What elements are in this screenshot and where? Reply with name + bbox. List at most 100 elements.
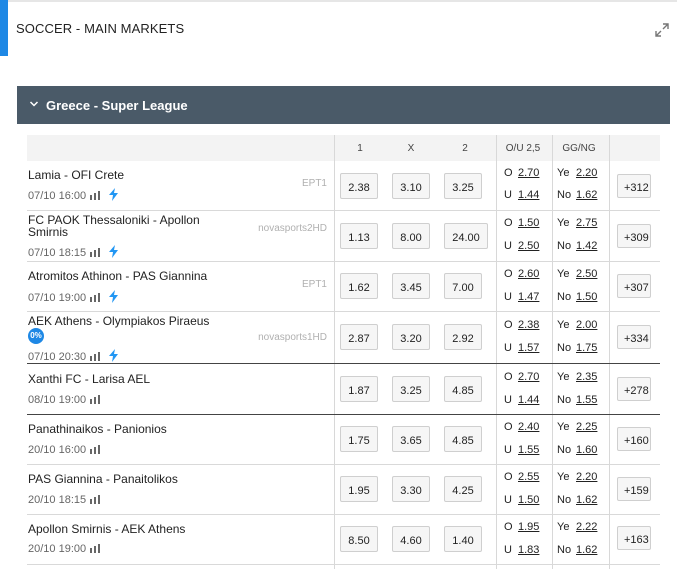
live-bolt-icon bbox=[109, 188, 119, 204]
stats-icon[interactable] bbox=[90, 191, 101, 203]
match-teams-link[interactable]: Panathinaikos - Panionios bbox=[28, 423, 228, 435]
over-odd[interactable]: O 2.38 bbox=[504, 319, 539, 331]
row-divider bbox=[27, 564, 660, 565]
no-goal-odd[interactable]: No 1.62 bbox=[557, 544, 597, 556]
no-goal-odd[interactable]: No 1.55 bbox=[557, 394, 597, 406]
league-header[interactable]: Greece - Super League bbox=[17, 86, 670, 124]
over-odd[interactable]: O 2.70 bbox=[504, 167, 539, 179]
goal-goal-odd[interactable]: Ye 2.22 bbox=[557, 521, 597, 533]
odd-button-draw[interactable]: 3.25 bbox=[392, 376, 430, 402]
match-teams-link[interactable]: FC PAOK Thessaloniki - Apollon Smirnis bbox=[28, 214, 228, 238]
expand-icon[interactable] bbox=[654, 22, 670, 38]
odd-button-draw[interactable]: 3.20 bbox=[392, 324, 430, 350]
match-datetime: 07/10 18:15 bbox=[28, 247, 87, 259]
match-meta: 20/10 16:00 bbox=[28, 444, 101, 457]
more-markets-button[interactable]: +159 bbox=[617, 477, 651, 501]
match-teams-link[interactable]: Apollon Smirnis - AEK Athens bbox=[28, 523, 228, 535]
odd-button-home[interactable]: 8.50 bbox=[340, 526, 378, 552]
tv-channel: novasports1HD bbox=[258, 332, 327, 343]
match-meta: 08/10 19:00 bbox=[28, 394, 101, 407]
over-odd[interactable]: O 1.95 bbox=[504, 521, 539, 533]
more-markets-button[interactable]: +163 bbox=[617, 526, 651, 550]
odd-button-away[interactable]: 7.00 bbox=[444, 273, 482, 299]
stats-icon[interactable] bbox=[90, 293, 101, 305]
goal-goal-odd[interactable]: Ye 2.25 bbox=[557, 421, 597, 433]
match-row: Atromitos Athinon - PAS Giannina 07/10 19… bbox=[27, 262, 660, 312]
goal-goal-odd[interactable]: Ye 2.50 bbox=[557, 268, 597, 280]
section-title: SOCCER - MAIN MARKETS bbox=[16, 21, 185, 36]
over-odd[interactable]: O 2.40 bbox=[504, 421, 539, 433]
no-goal-odd[interactable]: No 1.60 bbox=[557, 444, 597, 456]
odd-button-draw[interactable]: 8.00 bbox=[392, 223, 430, 249]
match-teams-link[interactable]: AEK Athens - Olympiakos Piraeus bbox=[28, 315, 228, 327]
match-meta: 07/10 16:00 bbox=[28, 188, 119, 204]
no-goal-odd[interactable]: No 1.62 bbox=[557, 189, 597, 201]
no-goal-odd[interactable]: No 1.62 bbox=[557, 494, 597, 506]
under-odd[interactable]: U 1.50 bbox=[504, 494, 539, 506]
odd-button-away[interactable]: 24.00 bbox=[444, 223, 488, 249]
stats-icon[interactable] bbox=[90, 395, 101, 407]
match-teams-link[interactable]: Xanthi FC - Larisa AEL bbox=[28, 373, 228, 385]
match-meta: 20/10 19:00 bbox=[28, 543, 101, 556]
goal-goal-odd[interactable]: Ye 2.00 bbox=[557, 319, 597, 331]
over-odd[interactable]: O 2.70 bbox=[504, 371, 539, 383]
tv-channel: EPT1 bbox=[301, 279, 327, 290]
odd-button-away[interactable]: 4.25 bbox=[444, 476, 482, 502]
under-odd[interactable]: U 1.55 bbox=[504, 444, 539, 456]
match-row: AEK Athens - Olympiakos Piraeus 0% 07/10 2… bbox=[27, 312, 660, 364]
match-datetime: 07/10 20:30 bbox=[28, 351, 87, 363]
odd-button-home[interactable]: 1.13 bbox=[340, 223, 378, 249]
over-odd[interactable]: O 2.55 bbox=[504, 471, 539, 483]
odd-button-away[interactable]: 4.85 bbox=[444, 376, 482, 402]
odd-button-away[interactable]: 4.85 bbox=[444, 426, 482, 452]
more-markets-button[interactable]: +160 bbox=[617, 427, 651, 451]
odd-button-draw[interactable]: 3.30 bbox=[392, 476, 430, 502]
over-odd[interactable]: O 1.50 bbox=[504, 217, 539, 229]
goal-goal-odd[interactable]: Ye 2.35 bbox=[557, 371, 597, 383]
odd-button-draw[interactable]: 3.45 bbox=[392, 273, 430, 299]
goal-goal-odd[interactable]: Ye 2.20 bbox=[557, 471, 597, 483]
no-goal-odd[interactable]: No 1.75 bbox=[557, 342, 597, 354]
table-header: 1 X 2 O/U 2,5 GG/NG bbox=[27, 135, 660, 161]
match-teams-link[interactable]: Lamia - OFI Crete bbox=[28, 169, 228, 181]
tv-channel: novasports2HD bbox=[258, 223, 327, 234]
odd-button-draw[interactable]: 4.60 bbox=[392, 526, 430, 552]
over-odd[interactable]: O 2.60 bbox=[504, 268, 539, 280]
no-goal-odd[interactable]: No 1.42 bbox=[557, 240, 597, 252]
odd-button-away[interactable]: 2.92 bbox=[444, 324, 482, 350]
stats-icon[interactable] bbox=[90, 445, 101, 457]
under-odd[interactable]: U 1.44 bbox=[504, 394, 539, 406]
odd-button-home[interactable]: 2.87 bbox=[340, 324, 378, 350]
under-odd[interactable]: U 2.50 bbox=[504, 240, 539, 252]
match-teams-link[interactable]: Atromitos Athinon - PAS Giannina bbox=[28, 270, 228, 282]
no-goal-odd[interactable]: No 1.50 bbox=[557, 291, 597, 303]
match-row: FC PAOK Thessaloniki - Apollon Smirnis 07… bbox=[27, 211, 660, 262]
more-markets-button[interactable]: +278 bbox=[617, 377, 651, 401]
more-markets-button[interactable]: +312 bbox=[617, 174, 651, 198]
match-datetime: 07/10 19:00 bbox=[28, 292, 87, 304]
odd-button-draw[interactable]: 3.10 bbox=[392, 173, 430, 199]
more-markets-button[interactable]: +307 bbox=[617, 274, 651, 298]
stats-icon[interactable] bbox=[90, 544, 101, 556]
league-title: Greece - Super League bbox=[46, 98, 188, 113]
goal-goal-odd[interactable]: Ye 2.20 bbox=[557, 167, 597, 179]
odd-button-home[interactable]: 1.95 bbox=[340, 476, 378, 502]
more-markets-button[interactable]: +334 bbox=[617, 325, 651, 349]
odd-button-draw[interactable]: 3.65 bbox=[392, 426, 430, 452]
under-odd[interactable]: U 1.57 bbox=[504, 342, 539, 354]
odd-button-home[interactable]: 2.38 bbox=[340, 173, 378, 199]
more-markets-button[interactable]: +309 bbox=[617, 224, 651, 248]
under-odd[interactable]: U 1.83 bbox=[504, 544, 539, 556]
odd-button-away[interactable]: 3.25 bbox=[444, 173, 482, 199]
under-odd[interactable]: U 1.44 bbox=[504, 189, 539, 201]
match-row: Lamia - OFI Crete 07/10 16:00 EPT1 2.38 3.10… bbox=[27, 161, 660, 211]
stats-icon[interactable] bbox=[90, 248, 101, 260]
odd-button-home[interactable]: 1.62 bbox=[340, 273, 378, 299]
odd-button-home[interactable]: 1.87 bbox=[340, 376, 378, 402]
match-teams-link[interactable]: PAS Giannina - Panaitolikos bbox=[28, 473, 228, 485]
goal-goal-odd[interactable]: Ye 2.75 bbox=[557, 217, 597, 229]
stats-icon[interactable] bbox=[90, 495, 101, 507]
odd-button-home[interactable]: 1.75 bbox=[340, 426, 378, 452]
under-odd[interactable]: U 1.47 bbox=[504, 291, 539, 303]
odd-button-away[interactable]: 1.40 bbox=[444, 526, 482, 552]
